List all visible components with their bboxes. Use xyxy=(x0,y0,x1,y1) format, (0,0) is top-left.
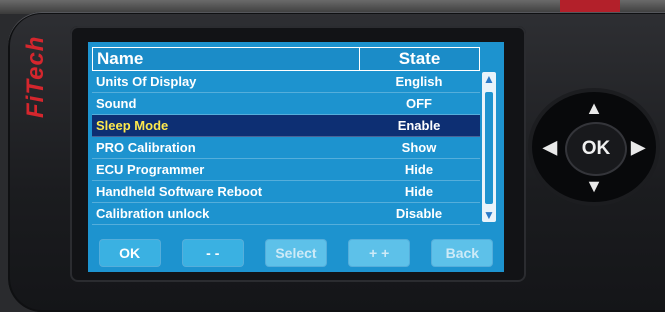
row-state: Hide xyxy=(404,184,434,199)
row-name: PRO Calibration xyxy=(96,140,196,155)
table-header: Name State xyxy=(92,47,480,71)
row-name: Sleep Mode xyxy=(96,118,169,133)
row-state: OFF xyxy=(406,96,432,111)
row-name: Calibration unlock xyxy=(96,206,210,221)
row-state: Disable xyxy=(395,206,443,221)
table-row[interactable]: Handheld Software Reboot Hide xyxy=(92,181,480,203)
softkey-bar: OK - - Select + + Back xyxy=(88,234,504,272)
table-row[interactable]: PRO Calibration Show xyxy=(92,137,480,159)
decrement-softkey[interactable]: - - xyxy=(182,240,243,266)
table-row[interactable]: ECU Programmer Hide xyxy=(92,159,480,181)
lcd-screen: Name State Units Of Display English Soun… xyxy=(88,42,504,272)
row-state: Hide xyxy=(404,162,434,177)
scroll-down-icon[interactable]: ▼ xyxy=(482,208,496,222)
up-arrow-icon[interactable]: ▲ xyxy=(582,96,606,120)
column-header-state: State xyxy=(398,49,441,68)
table-row[interactable]: Sound OFF xyxy=(92,93,480,115)
scrollbar-thumb[interactable] xyxy=(485,92,493,204)
table-row[interactable]: Units Of Display English xyxy=(92,71,480,93)
row-name: Units Of Display xyxy=(96,74,197,89)
row-state: Enable xyxy=(397,118,441,133)
table-row[interactable]: Calibration unlock Disable xyxy=(92,203,480,225)
row-name: ECU Programmer xyxy=(96,162,205,177)
left-arrow-icon[interactable]: ◀ xyxy=(538,135,562,159)
scroll-up-icon[interactable]: ▲ xyxy=(482,72,496,86)
row-state: Show xyxy=(401,140,437,155)
right-arrow-icon[interactable]: ▶ xyxy=(626,135,650,159)
row-state: English xyxy=(395,74,443,89)
back-softkey[interactable]: Back xyxy=(432,240,493,266)
table-row-selected[interactable]: Sleep Mode Enable xyxy=(92,115,480,137)
settings-table: Name State Units Of Display English Soun… xyxy=(92,47,480,225)
ok-softkey[interactable]: OK xyxy=(99,240,160,266)
ok-hardware-button[interactable]: OK xyxy=(567,124,625,174)
increment-softkey[interactable]: + + xyxy=(349,240,410,266)
down-arrow-icon[interactable]: ▼ xyxy=(582,174,606,198)
row-name: Handheld Software Reboot xyxy=(96,184,263,199)
row-name: Sound xyxy=(96,96,137,111)
brand-logo: FiTech xyxy=(22,35,49,118)
column-header-name: Name xyxy=(93,48,360,70)
scrollbar[interactable]: ▲ ▼ xyxy=(482,72,496,222)
select-softkey[interactable]: Select xyxy=(265,240,326,266)
